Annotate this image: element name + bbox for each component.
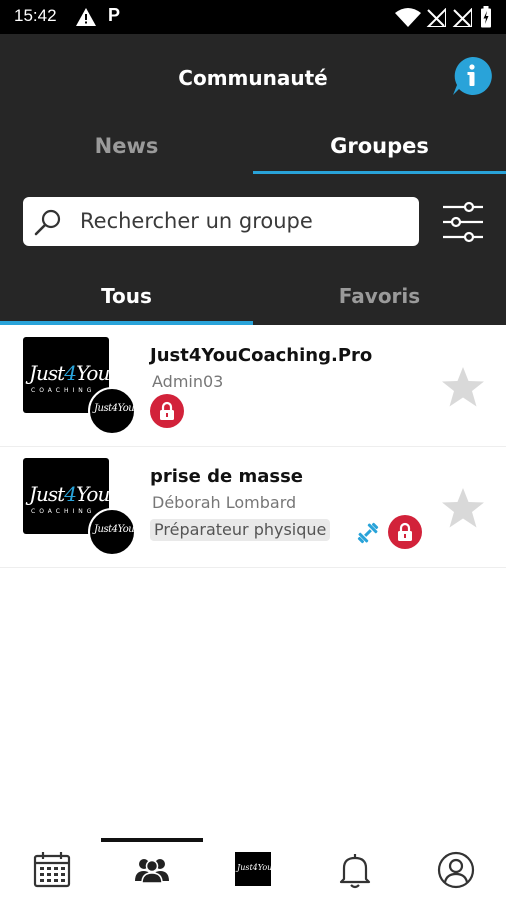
lock-badge bbox=[388, 515, 422, 549]
nav-notifications[interactable] bbox=[335, 850, 375, 890]
lock-badge bbox=[150, 394, 184, 428]
bell-icon bbox=[339, 854, 371, 889]
club-logo-icon: Just4You bbox=[235, 852, 273, 886]
search-placeholder: Rechercher un groupe bbox=[80, 209, 313, 233]
category-badge: Préparateur physique bbox=[150, 519, 331, 541]
group-row[interactable]: Just4You COACHING Just4You Just4YouCoach… bbox=[0, 326, 506, 447]
tab-active-indicator bbox=[253, 171, 506, 174]
group-admin: Déborah Lombard bbox=[152, 493, 297, 512]
logo-text-c: You bbox=[75, 361, 110, 385]
battery-icon bbox=[481, 6, 491, 28]
tab-news[interactable]: News bbox=[0, 134, 253, 158]
profile-icon bbox=[437, 851, 475, 889]
status-bar: 15:42 P bbox=[0, 0, 506, 34]
group-admin: Admin03 bbox=[152, 372, 224, 391]
search-icon bbox=[34, 209, 61, 236]
info-icon[interactable] bbox=[451, 55, 493, 97]
club-logo-text: Just4You bbox=[237, 863, 273, 872]
avatar-text: Just4You bbox=[94, 524, 135, 535]
tab-groupes[interactable]: Groupes bbox=[253, 134, 506, 158]
logo-text-b: 4 bbox=[64, 482, 77, 506]
filter-sliders-icon[interactable] bbox=[440, 198, 486, 246]
logo-subtext: COACHING bbox=[31, 387, 96, 394]
page-title: Communauté bbox=[178, 66, 328, 90]
warning-icon bbox=[76, 8, 96, 26]
no-signal-icon-2 bbox=[452, 8, 472, 27]
nav-profile[interactable] bbox=[436, 850, 476, 890]
wifi-icon bbox=[395, 8, 421, 27]
logo-text-b: 4 bbox=[64, 361, 77, 385]
lock-icon bbox=[398, 522, 412, 541]
status-time: 15:42 bbox=[14, 6, 57, 25]
logo-text-a: Just bbox=[29, 482, 65, 506]
parking-icon: P bbox=[108, 5, 121, 25]
nav-calendar[interactable] bbox=[32, 850, 72, 890]
logo-text-c: You bbox=[75, 482, 110, 506]
lock-icon bbox=[160, 401, 174, 420]
dumbbell-icon bbox=[357, 522, 379, 544]
groups-icon bbox=[135, 859, 169, 884]
tab-tous[interactable]: Tous bbox=[0, 284, 253, 308]
group-name: Just4YouCoaching.Pro bbox=[150, 345, 373, 366]
favorite-star-icon[interactable] bbox=[441, 366, 485, 408]
nav-groups[interactable] bbox=[132, 850, 172, 890]
group-avatar: Just4You bbox=[88, 508, 136, 556]
calendar-icon bbox=[33, 852, 71, 888]
no-signal-icon bbox=[426, 8, 446, 27]
logo-subtext: COACHING bbox=[31, 508, 96, 515]
search-input[interactable]: Rechercher un groupe bbox=[23, 197, 419, 246]
group-row[interactable]: Just4You COACHING Just4You prise de mass… bbox=[0, 447, 506, 568]
nav-club[interactable]: Just4You bbox=[234, 850, 274, 890]
favorite-star-icon[interactable] bbox=[441, 487, 485, 529]
subtab-active-indicator bbox=[0, 321, 253, 325]
tab-favoris[interactable]: Favoris bbox=[253, 284, 506, 308]
logo-text-a: Just bbox=[29, 361, 65, 385]
group-avatar: Just4You bbox=[88, 387, 136, 435]
bottom-nav-active-indicator bbox=[101, 838, 203, 842]
group-name: prise de masse bbox=[150, 466, 304, 487]
avatar-text: Just4You bbox=[94, 403, 135, 414]
